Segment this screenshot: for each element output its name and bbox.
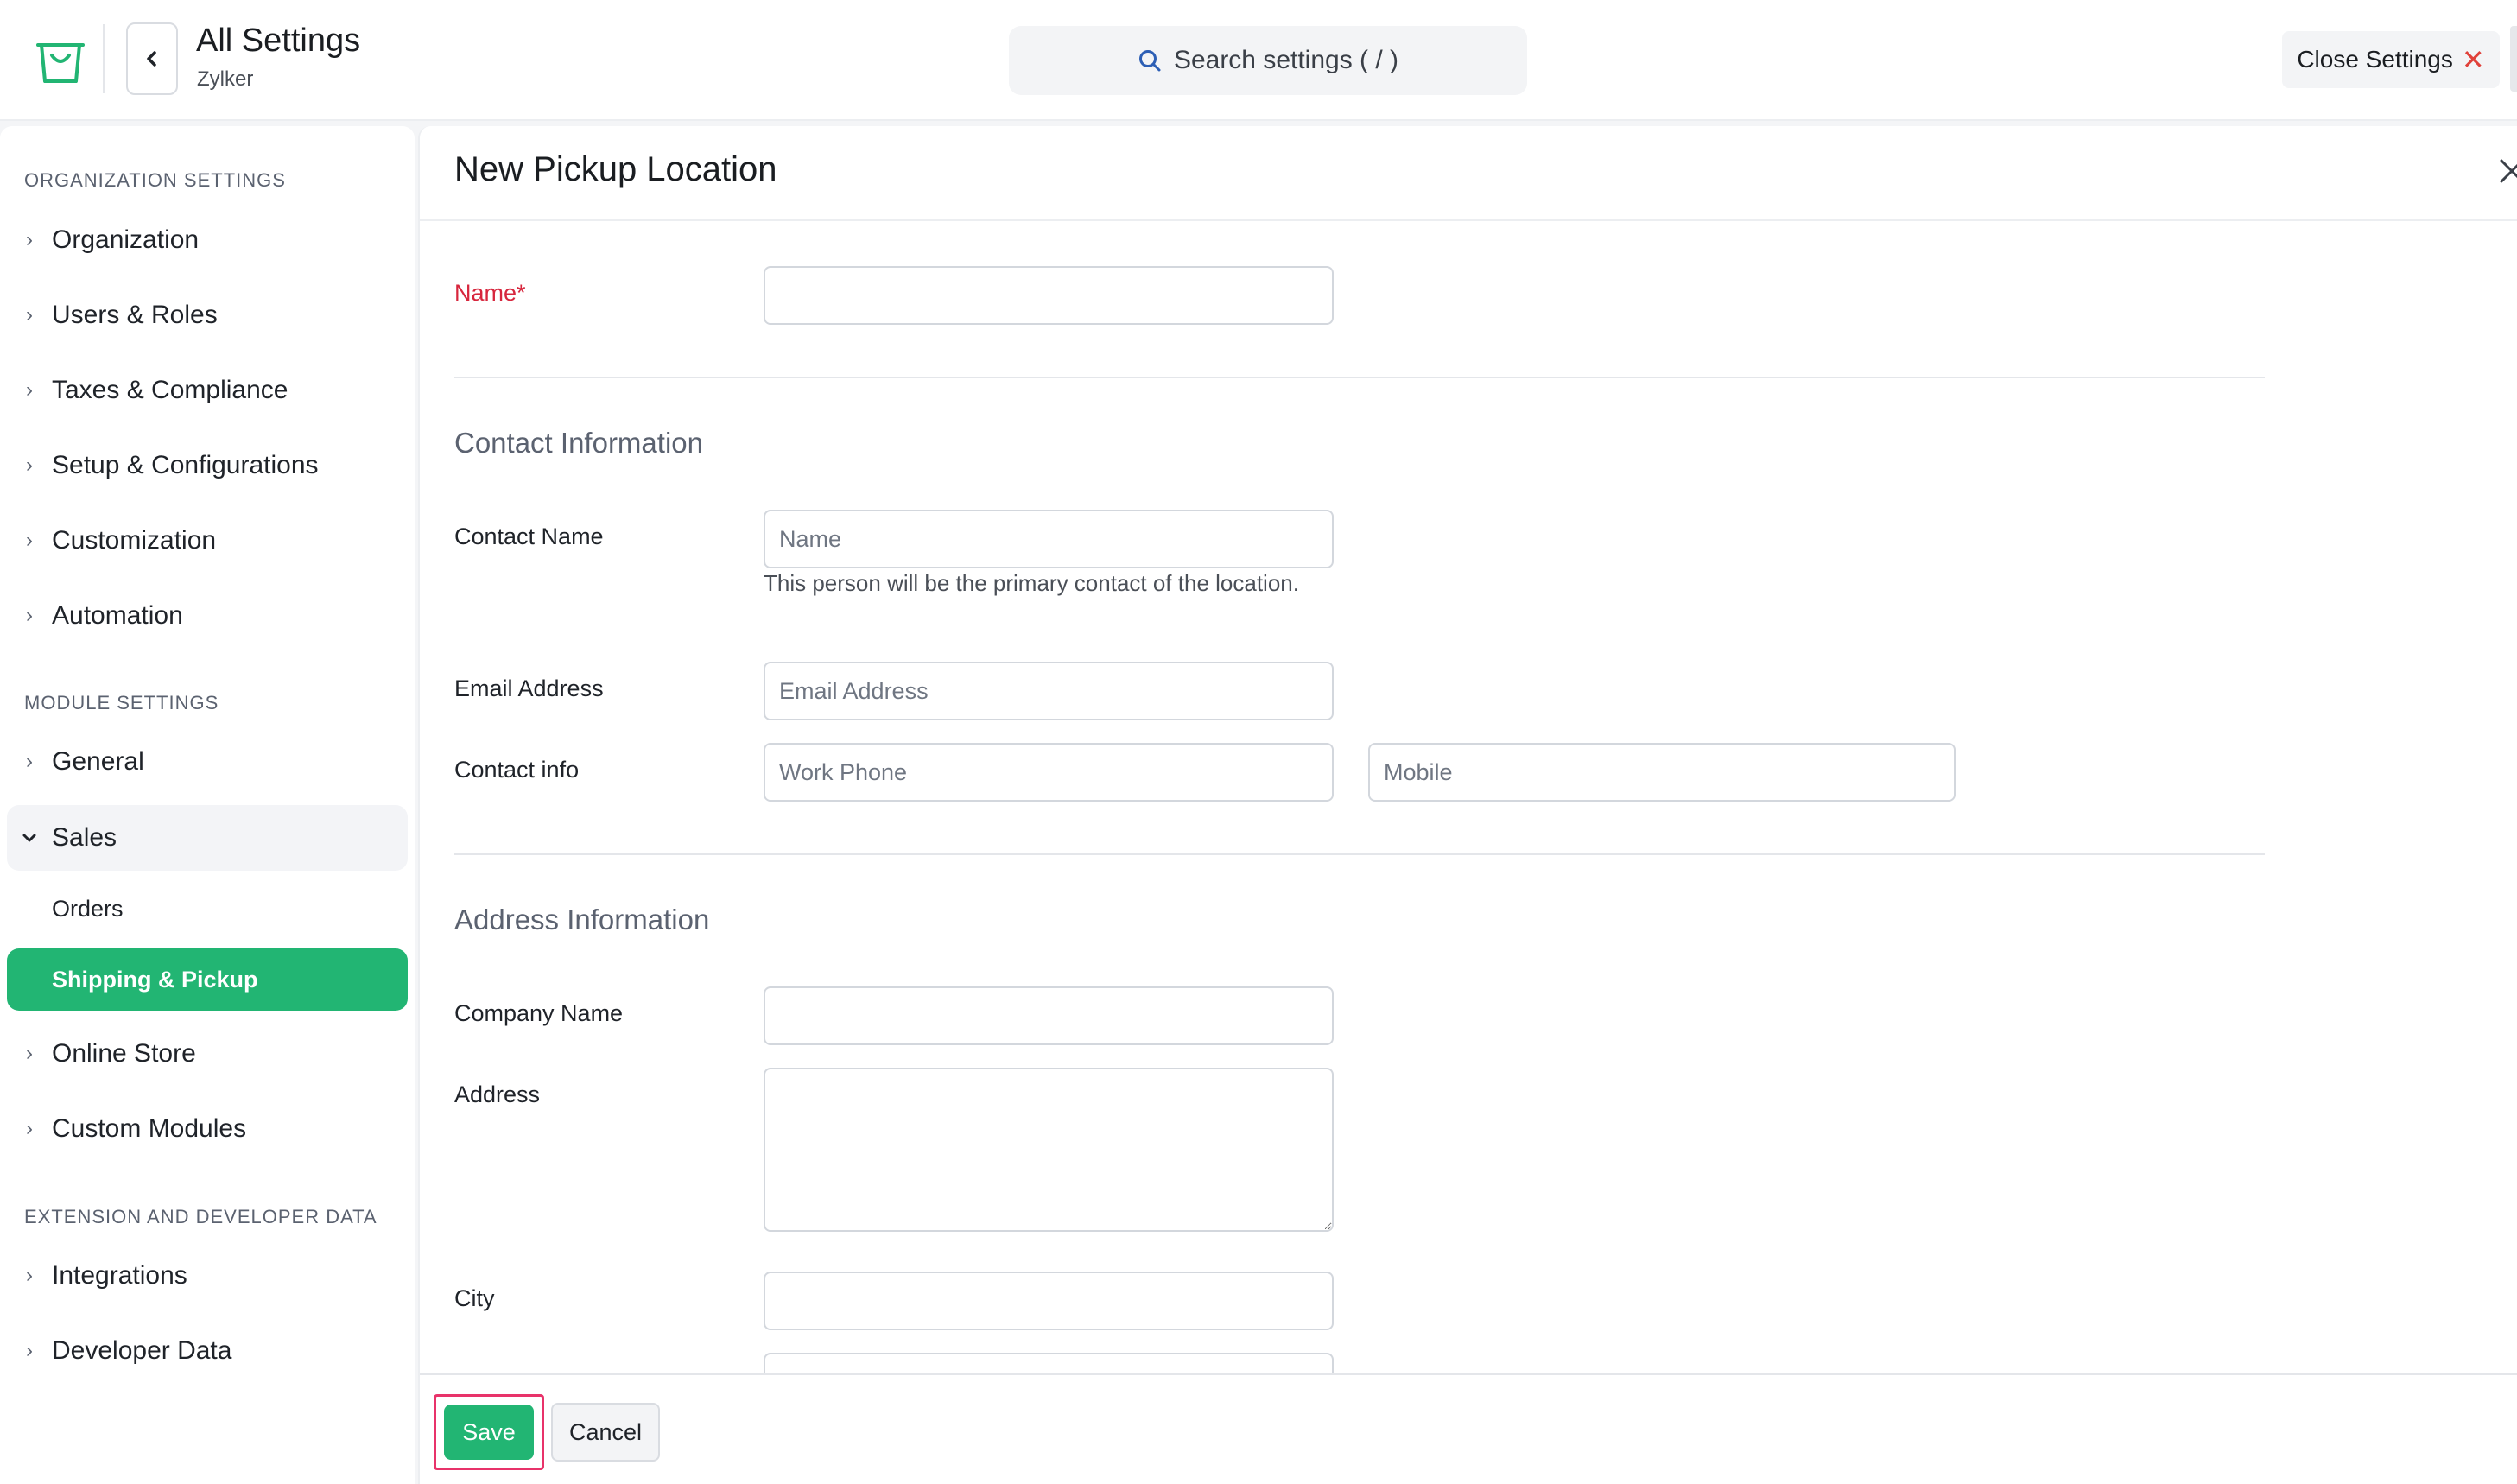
- city-label: City: [454, 1285, 495, 1311]
- contact-information-heading: Contact Information: [454, 427, 703, 459]
- sidebar-item-setup-configurations[interactable]: › Setup & Configurations: [7, 433, 408, 498]
- pickup-location-form-panel: New Pickup Location Name* Contact Inform…: [418, 126, 2517, 1484]
- sidebar-item-automation[interactable]: › Automation: [7, 583, 408, 649]
- chevron-down-icon: [7, 830, 52, 846]
- chevron-right-icon: ›: [26, 228, 33, 251]
- sidebar-item-label: Developer Data: [52, 1336, 232, 1365]
- close-settings-label: Close Settings: [2297, 46, 2453, 73]
- sidebar-item-label: Taxes & Compliance: [52, 376, 288, 404]
- name-label: Name*: [454, 280, 526, 306]
- sidebar-subitem-orders[interactable]: Orders: [7, 878, 408, 940]
- mobile-field[interactable]: [1368, 743, 1956, 802]
- section-label-module-settings: MODULE SETTINGS: [24, 692, 219, 713]
- address-textarea[interactable]: [764, 1068, 1334, 1232]
- chevron-right-icon: ›: [26, 1339, 33, 1362]
- sidebar-subitem-label: Shipping & Pickup: [52, 966, 258, 993]
- company-name-field[interactable]: [764, 986, 1334, 1045]
- address-information-heading: Address Information: [454, 904, 710, 935]
- country-select-partial[interactable]: [764, 1353, 1334, 1375]
- sidebar-subitem-label: Orders: [52, 895, 124, 922]
- panel-title: New Pickup Location: [454, 150, 777, 188]
- chevron-right-icon: ›: [26, 453, 33, 477]
- sidebar-item-integrations[interactable]: › Integrations: [7, 1243, 408, 1309]
- search-input[interactable]: Search settings ( / ): [1009, 26, 1527, 95]
- chevron-right-icon: ›: [26, 378, 33, 402]
- sidebar-item-label: Sales: [52, 823, 117, 852]
- sidebar-item-label: Automation: [52, 601, 183, 630]
- chevron-right-icon: ›: [26, 604, 33, 627]
- chevron-right-icon: ›: [26, 529, 33, 552]
- search-placeholder: Search settings ( / ): [1173, 46, 1399, 74]
- close-settings-button[interactable]: Close Settings ✕: [2282, 31, 2500, 88]
- sidebar-subitem-shipping-pickup[interactable]: Shipping & Pickup: [7, 948, 408, 1011]
- company-name-label: Company Name: [454, 1000, 624, 1026]
- contact-name-field[interactable]: [764, 510, 1334, 568]
- form-footer: Save Cancel: [420, 1373, 2517, 1484]
- section-label-organization-settings: ORGANIZATION SETTINGS: [24, 169, 286, 191]
- page-title: All Settings: [196, 22, 361, 59]
- sidebar-item-label: General: [52, 747, 144, 776]
- sidebar-item-developer-data[interactable]: › Developer Data: [7, 1318, 408, 1384]
- sidebar-item-custom-modules[interactable]: › Custom Modules: [7, 1096, 408, 1162]
- header-edge-sliver: [2510, 26, 2517, 92]
- sidebar-item-label: Online Store: [52, 1039, 196, 1068]
- chevron-left-icon: [147, 51, 156, 67]
- name-field[interactable]: [764, 266, 1334, 325]
- sidebar-item-customization[interactable]: › Customization: [7, 508, 408, 574]
- sidebar-item-users-roles[interactable]: › Users & Roles: [7, 282, 408, 348]
- chevron-right-icon: ›: [26, 1117, 33, 1140]
- contact-name-helper-text: This person will be the primary contact …: [764, 570, 1299, 596]
- work-phone-field[interactable]: [764, 743, 1334, 802]
- sidebar-item-organization[interactable]: › Organization: [7, 207, 408, 273]
- chevron-right-icon: ›: [26, 303, 33, 327]
- sidebar-item-label: Users & Roles: [52, 301, 218, 329]
- contact-info-label: Contact info: [454, 757, 580, 783]
- email-address-label: Email Address: [454, 675, 604, 701]
- top-header: All Settings Zylker Search settings ( / …: [0, 0, 2517, 121]
- sidebar-item-online-store[interactable]: › Online Store: [7, 1021, 408, 1087]
- sidebar-item-label: Custom Modules: [52, 1114, 247, 1143]
- close-icon: ✕: [2461, 44, 2485, 75]
- sidebar-item-taxes-compliance[interactable]: › Taxes & Compliance: [7, 358, 408, 423]
- settings-sidebar: ORGANIZATION SETTINGS › Organization › U…: [0, 126, 415, 1484]
- cancel-button[interactable]: Cancel: [551, 1403, 660, 1462]
- close-panel-icon[interactable]: [2496, 155, 2517, 187]
- address-label: Address: [454, 1081, 541, 1107]
- sidebar-item-label: Integrations: [52, 1261, 187, 1290]
- search-icon: [1138, 50, 1161, 72]
- section-divider: [454, 853, 2265, 855]
- contact-name-label: Contact Name: [454, 523, 604, 549]
- section-label-extension-developer-data: EXTENSION AND DEVELOPER DATA: [24, 1206, 377, 1227]
- sidebar-item-sales[interactable]: Sales: [7, 805, 408, 871]
- shopping-bag-logo-icon: [35, 33, 86, 86]
- sidebar-item-label: Organization: [52, 225, 200, 254]
- back-button[interactable]: [126, 22, 178, 95]
- email-field[interactable]: [764, 662, 1334, 720]
- chevron-right-icon: ›: [26, 1264, 33, 1287]
- organization-name: Zylker: [197, 67, 254, 91]
- header-divider: [103, 24, 105, 93]
- city-field[interactable]: [764, 1272, 1334, 1330]
- chevron-right-icon: ›: [26, 1042, 33, 1065]
- save-button[interactable]: Save: [444, 1405, 534, 1460]
- panel-header-divider: [420, 219, 2517, 221]
- chevron-right-icon: ›: [26, 750, 33, 773]
- sidebar-item-label: Customization: [52, 526, 217, 555]
- section-divider: [454, 377, 2265, 378]
- sidebar-item-label: Setup & Configurations: [52, 451, 319, 479]
- sidebar-item-general[interactable]: › General: [7, 729, 408, 795]
